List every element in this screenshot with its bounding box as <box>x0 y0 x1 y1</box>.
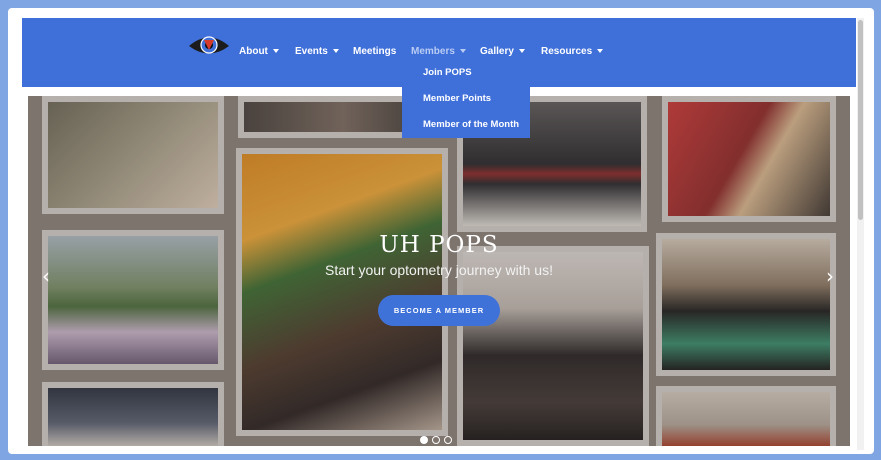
nav-events[interactable]: Events <box>295 46 339 57</box>
become-member-button[interactable]: BECOME A MEMBER <box>378 295 500 326</box>
carousel-dot-1[interactable] <box>420 436 428 444</box>
caret-down-icon <box>459 49 466 54</box>
carousel-dot-2[interactable] <box>432 436 440 444</box>
caret-down-icon <box>272 49 279 54</box>
chevron-left-icon[interactable]: ‹ <box>42 264 50 288</box>
dropdown-member-of-the-month[interactable]: Member of the Month <box>402 112 530 138</box>
caret-down-icon <box>597 49 604 54</box>
nav-gallery[interactable]: Gallery <box>480 46 525 57</box>
nav-members[interactable]: Members <box>411 46 466 57</box>
members-dropdown: Join POPS Member Points Member of the Mo… <box>402 59 530 138</box>
eye-logo-icon[interactable] <box>187 31 231 59</box>
browser-page: About Events Meetings Members Gallery Re… <box>8 8 874 454</box>
hero-title: UH POPS <box>379 232 499 258</box>
chevron-right-icon[interactable]: › <box>826 264 834 288</box>
caret-down-icon <box>518 49 525 54</box>
hero-carousel: UH POPS Start your optometry journey wit… <box>28 96 850 446</box>
hero-subtitle: Start your optometry journey with us! <box>325 262 553 278</box>
dropdown-member-points[interactable]: Member Points <box>402 86 530 112</box>
nav-resources[interactable]: Resources <box>541 46 604 57</box>
caret-down-icon <box>332 49 339 54</box>
dropdown-join-pops[interactable]: Join POPS <box>402 60 530 86</box>
carousel-dot-3[interactable] <box>444 436 452 444</box>
nav-about[interactable]: About <box>239 46 279 57</box>
nav-meetings[interactable]: Meetings <box>353 46 396 57</box>
carousel-indicators <box>420 436 452 444</box>
scrollbar-thumb[interactable] <box>858 20 863 220</box>
